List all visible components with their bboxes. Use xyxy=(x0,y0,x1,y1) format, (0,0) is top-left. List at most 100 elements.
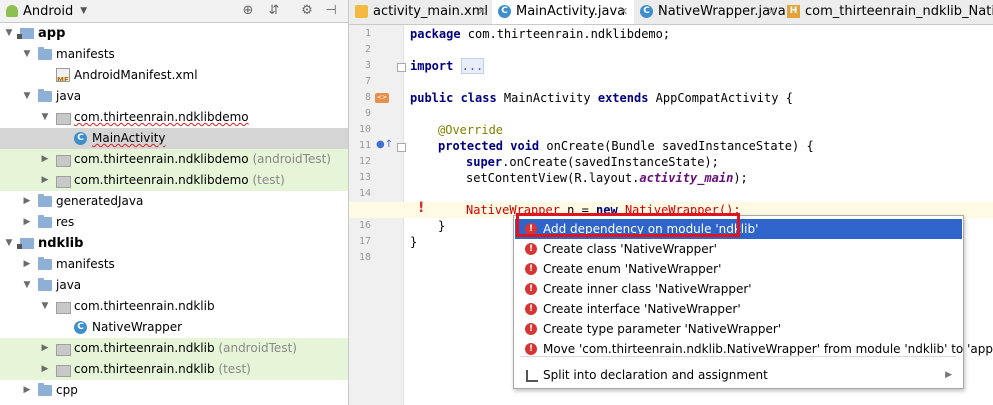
tree-item-com-thirteenrain-ndklibdemo[interactable]: ▶ com.thirteenrain.ndklibdemo (test) xyxy=(0,170,348,191)
collapse-arrow-icon[interactable]: ▶ xyxy=(22,254,32,275)
fix-add-dependency[interactable]: ! Add dependency on module 'ndklib' xyxy=(515,219,962,239)
tree-item-manifests[interactable]: ▶ manifests xyxy=(0,254,348,275)
expand-arrow-icon[interactable]: ▼ xyxy=(22,275,32,296)
tree-item-java[interactable]: ▼ java xyxy=(0,86,348,107)
split-declaration-item[interactable]: Split into declaration and assignment ▶ xyxy=(515,365,962,385)
tree-item-androidmanifest-xml[interactable]: MF AndroidManifest.xml xyxy=(0,65,348,86)
line-number: 9 xyxy=(364,108,371,119)
folder-icon xyxy=(38,47,52,60)
tree-item-label: app xyxy=(38,26,66,41)
tree-item-nativewrapper[interactable]: C NativeWrapper xyxy=(0,317,348,338)
editor-tabs: activity_main.xml ✕ C MainActivity.java … xyxy=(349,0,993,25)
tree-item-label: com.thirteenrain.ndklibdemo (test) xyxy=(74,173,285,187)
tab-main-activity-java[interactable]: C MainActivity.java ✕ xyxy=(492,0,634,24)
folder-icon xyxy=(38,215,52,228)
fix-create-inner-class[interactable]: ! Create inner class 'NativeWrapper' xyxy=(515,279,962,299)
collapse-arrow-icon[interactable]: ▶ xyxy=(22,380,32,401)
tree-item-app[interactable]: ▼ app xyxy=(0,23,348,44)
header-file-icon: H xyxy=(787,5,800,18)
tree-item-manifests[interactable]: ▼ manifests xyxy=(0,44,348,65)
line-number: 11 xyxy=(358,140,371,151)
project-toolbar: Android ▼ ⊕ ⇵ ⚙ ⊣ xyxy=(0,0,348,23)
tree-item-label: manifests xyxy=(56,47,115,61)
collapse-arrow-icon[interactable]: ▶ xyxy=(40,170,50,191)
gear-icon[interactable]: ⚙ xyxy=(299,3,315,19)
module-icon xyxy=(17,238,34,249)
tab-activity-main-xml[interactable]: activity_main.xml ✕ xyxy=(349,0,492,24)
folded-imports[interactable]: ... xyxy=(460,58,485,74)
collapse-all-icon[interactable]: ⇵ xyxy=(266,3,282,19)
error-icon: ! xyxy=(525,323,537,335)
chevron-right-icon: ▶ xyxy=(945,370,952,380)
tree-item-label: ndklib xyxy=(38,236,84,251)
collapse-arrow-icon[interactable]: ▶ xyxy=(22,212,32,233)
expand-arrow-icon[interactable]: ▼ xyxy=(22,44,32,65)
expand-arrow-icon[interactable]: ▼ xyxy=(4,233,14,254)
override-marker-icon[interactable]: ●↑ xyxy=(376,139,393,150)
tree-item-res[interactable]: ▶ res xyxy=(0,212,348,233)
collapse-arrow-icon[interactable]: ▶ xyxy=(40,338,50,359)
hide-panel-icon[interactable]: ⊣ xyxy=(323,3,339,19)
manifest-icon: MF xyxy=(56,68,70,82)
package-icon xyxy=(56,113,71,125)
code-line-17: } xyxy=(410,235,418,249)
tree-item-cpp[interactable]: ▶ cpp xyxy=(0,380,348,401)
tree-item-java[interactable]: ▼ java xyxy=(0,275,348,296)
line-number: 17 xyxy=(358,236,371,247)
folder-icon xyxy=(38,278,52,291)
tree-item-com-thirteenrain-ndklibdemo[interactable]: ▶ com.thirteenrain.ndklibdemo (androidTes… xyxy=(0,149,348,170)
tab-jni-header[interactable]: H com_thirteenrain_ndklib_NativeWr xyxy=(781,0,993,24)
module-icon xyxy=(17,28,34,39)
collapse-arrow-icon[interactable]: ▶ xyxy=(40,359,50,380)
tree-item-com-thirteenrain-ndklib[interactable]: ▶ com.thirteenrain.ndklib (androidTest) xyxy=(0,338,348,359)
collapse-arrow-icon[interactable]: ▶ xyxy=(22,191,32,212)
tree-item-label: com.thirteenrain.ndklib xyxy=(74,299,215,313)
tree-item-label: res xyxy=(56,215,75,229)
tree-item-com-thirteenrain-ndklibdemo[interactable]: ▼ com.thirteenrain.ndklibdemo xyxy=(0,107,348,128)
expand-arrow-icon[interactable]: ▼ xyxy=(40,107,50,128)
package-icon xyxy=(56,176,71,188)
code-line-3: import ... xyxy=(410,58,485,74)
tree-item-com-thirteenrain-ndklib[interactable]: ▶ com.thirteenrain.ndklib (test) xyxy=(0,359,348,380)
line-number: 10 xyxy=(358,124,371,135)
tree-item-ndklib[interactable]: ▼ ndklib xyxy=(0,233,348,254)
intention-bulb-icon[interactable]: ! xyxy=(418,201,428,215)
code-line-8: public class MainActivity extends AppCom… xyxy=(410,91,793,105)
line-number: 2 xyxy=(364,44,371,55)
package-icon xyxy=(56,155,71,167)
line-number: 16 xyxy=(358,220,371,231)
class-icon: C xyxy=(74,321,87,334)
tree-item-suffix: (test) xyxy=(214,362,251,376)
tree-item-generatedjava[interactable]: ▶ generatedJava xyxy=(0,191,348,212)
tree-item-label: manifests xyxy=(56,257,115,271)
package-icon xyxy=(56,365,71,377)
code-line-16: } xyxy=(438,219,446,233)
error-icon: ! xyxy=(525,223,537,235)
tab-native-wrapper-java[interactable]: C NativeWrapper.java ✕ xyxy=(634,0,786,24)
code-line-13: setContentView(R.layout.activity_main); xyxy=(466,171,748,185)
locate-icon[interactable]: ⊕ xyxy=(240,3,256,19)
fix-create-class[interactable]: ! Create class 'NativeWrapper' xyxy=(515,239,962,259)
collapse-arrow-icon[interactable]: ▶ xyxy=(40,149,50,170)
fix-create-interface[interactable]: ! Create interface 'NativeWrapper' xyxy=(515,299,962,319)
view-selector[interactable]: Android ▼ xyxy=(6,3,87,19)
tree-item-label: com.thirteenrain.ndklib (androidTest) xyxy=(74,341,297,355)
expand-arrow-icon[interactable]: ▼ xyxy=(22,86,32,107)
close-icon[interactable]: ✕ xyxy=(477,0,486,24)
tree-item-label: java xyxy=(56,278,82,292)
fix-create-enum[interactable]: ! Create enum 'NativeWrapper' xyxy=(515,259,962,279)
layout-icon[interactable]: <> xyxy=(375,93,389,103)
line-number: 3 xyxy=(364,60,371,71)
menu-separator xyxy=(520,356,956,357)
tree-item-suffix: (androidTest) xyxy=(248,152,331,166)
expand-arrow-icon[interactable]: ▼ xyxy=(40,296,50,317)
package-icon xyxy=(56,302,71,314)
close-icon[interactable]: ✕ xyxy=(767,0,776,24)
close-icon[interactable]: ✕ xyxy=(619,0,628,24)
fix-create-type-parameter[interactable]: ! Create type parameter 'NativeWrapper' xyxy=(515,319,962,339)
tree-item-com-thirteenrain-ndklib[interactable]: ▼ com.thirteenrain.ndklib xyxy=(0,296,348,317)
expand-arrow-icon[interactable]: ▼ xyxy=(4,23,14,44)
tree-item-mainactivity[interactable]: C MainActivity xyxy=(0,128,348,149)
line-number: 18 xyxy=(358,252,371,263)
tree-item-label: MainActivity xyxy=(92,131,166,145)
